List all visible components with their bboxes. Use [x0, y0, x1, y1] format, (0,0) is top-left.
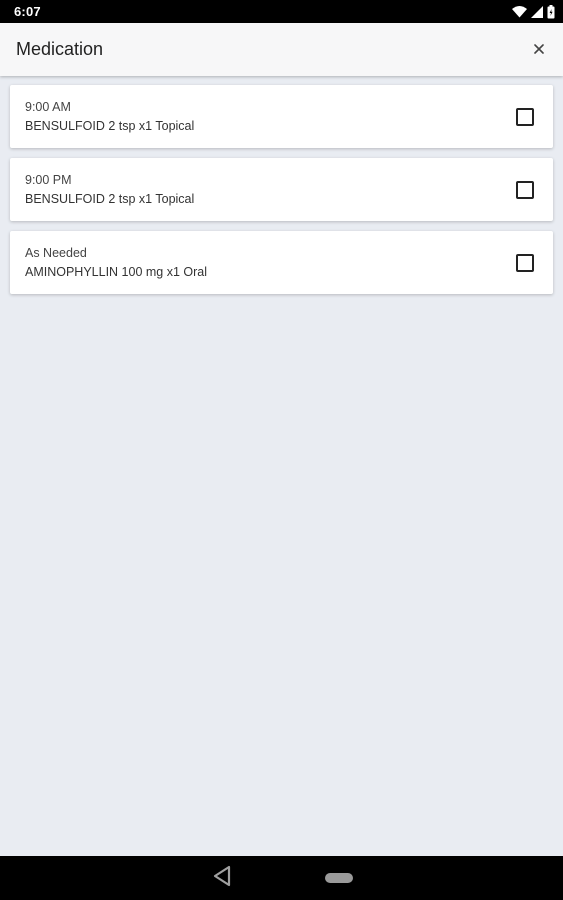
medication-checkbox[interactable]: [516, 253, 534, 272]
navigation-bar: [0, 856, 563, 900]
medication-text: 9:00 PM BENSULFOID 2 tsp x1 Topical: [25, 173, 194, 206]
signal-icon: [531, 5, 543, 18]
medication-checkbox[interactable]: [516, 107, 534, 126]
page-title: Medication: [16, 39, 104, 59]
back-button[interactable]: [211, 865, 233, 892]
app-bar: Medication: [0, 23, 563, 76]
medication-time: As Needed: [25, 246, 87, 260]
medication-text: 9:00 AM BENSULFOID 2 tsp x1 Topical: [25, 100, 194, 133]
medication-time: 9:00 AM: [25, 100, 71, 114]
status-time: 6:07: [14, 4, 41, 19]
medication-checkbox[interactable]: [516, 180, 534, 199]
medication-text: As Needed AMINOPHYLLIN 100 mg x1 Oral: [25, 246, 207, 279]
medication-card[interactable]: As Needed AMINOPHYLLIN 100 mg x1 Oral: [10, 231, 553, 294]
back-icon: [212, 865, 232, 892]
medication-card[interactable]: 9:00 AM BENSULFOID 2 tsp x1 Topical: [10, 85, 553, 148]
medication-description: AMINOPHYLLIN 100 mg x1 Oral: [25, 265, 208, 279]
status-icons: [512, 4, 555, 19]
battery-icon: [547, 4, 555, 19]
status-bar: 6:07: [0, 0, 563, 23]
close-icon: [534, 41, 544, 59]
close-button[interactable]: [527, 38, 551, 62]
home-button[interactable]: [324, 873, 353, 883]
medication-list: 9:00 AM BENSULFOID 2 tsp x1 Topical 9:00…: [10, 85, 553, 294]
medication-card[interactable]: 9:00 PM BENSULFOID 2 tsp x1 Topical: [10, 158, 553, 221]
medication-time: 9:00 PM: [25, 173, 72, 187]
medication-description: BENSULFOID 2 tsp x1 Topical: [25, 119, 195, 133]
medication-description: BENSULFOID 2 tsp x1 Topical: [25, 192, 195, 206]
wifi-icon: [512, 5, 527, 18]
